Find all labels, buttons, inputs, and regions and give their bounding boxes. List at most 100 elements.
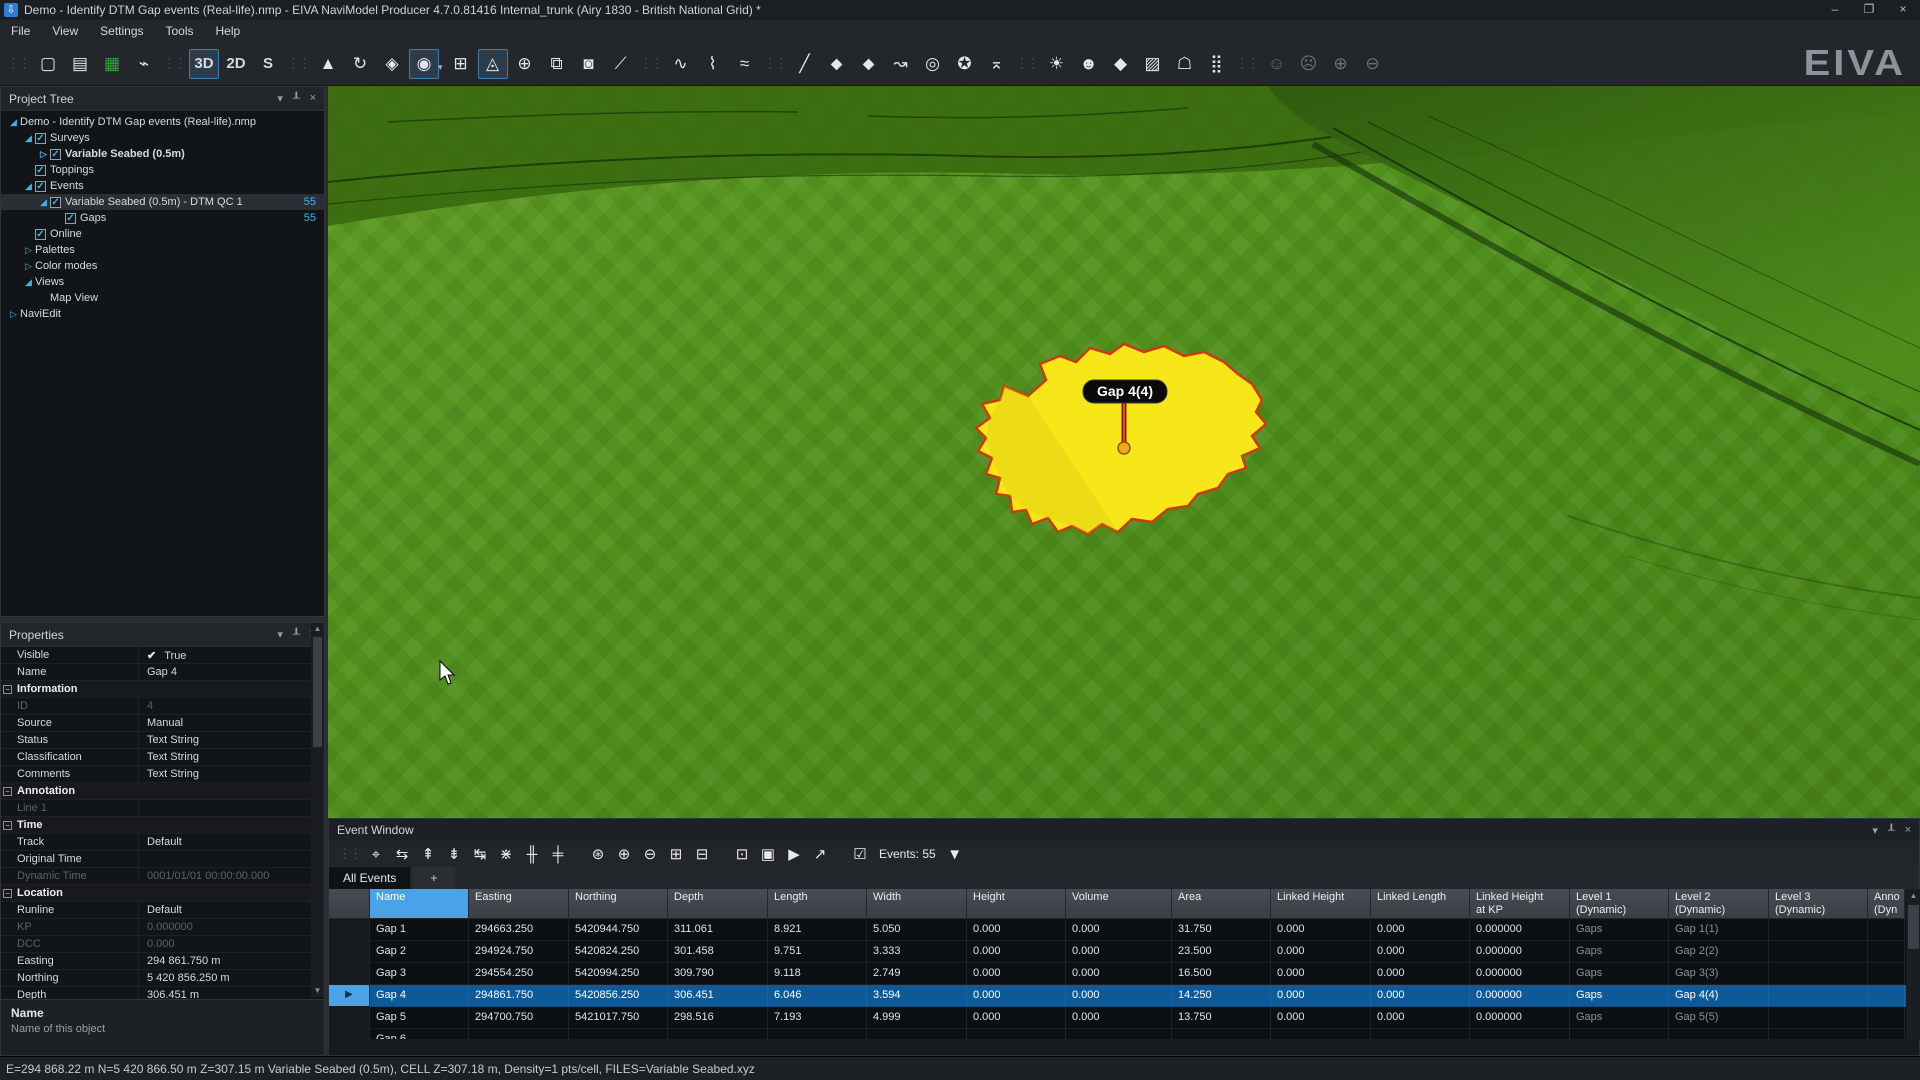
property-row[interactable]: CommentsText String [1,766,324,783]
table-cell[interactable] [1769,941,1868,963]
smiley-icon[interactable]: ☺ [1262,49,1292,79]
menu-item-tools[interactable]: Tools [155,20,205,42]
table-cell[interactable]: Gap 5 [370,1007,469,1029]
table-row[interactable]: Gap 2294924.7505420824.250301.4589.7513.… [329,941,1920,963]
table-cell[interactable]: 309.790 [668,963,768,985]
property-row[interactable]: Original Time [1,851,324,868]
property-row[interactable]: TrackDefault [1,834,324,851]
table-cell[interactable]: Gaps [1570,1007,1669,1029]
properties-scrollbar[interactable]: ▲ ▼ [311,623,324,997]
table-cell[interactable]: 294924.750 [469,941,569,963]
view-2d-button[interactable]: 2D [221,49,251,79]
table-cell[interactable]: Gaps [1570,919,1669,941]
table-cell[interactable]: 4.999 [867,1007,967,1029]
table-cell[interactable]: Gap 3 [370,963,469,985]
center-event-icon[interactable]: ⌖ [364,843,388,865]
globe-icon[interactable]: ⊕ [510,49,540,79]
split-horizontal-icon[interactable]: ╪ [546,843,570,865]
world-outline-icon[interactable]: ◬ [478,49,508,79]
tree-item[interactable]: ▷Color modes [1,258,324,274]
table-row[interactable]: Gap 3294554.2505420994.250309.7909.1182.… [329,963,1920,985]
rect-caret-icon[interactable]: ⌅ [982,49,1012,79]
property-group[interactable]: −Annotation [1,783,324,800]
expander-open-icon[interactable]: ◢ [22,133,35,144]
property-value[interactable] [139,851,324,867]
add-tab-button[interactable]: + [412,867,455,889]
pointer-cone-icon[interactable]: ▲ [313,49,343,79]
maximize-button[interactable]: ❐ [1852,0,1886,20]
table-cell[interactable]: 9.118 [768,963,867,985]
table-cell[interactable]: 5421017.750 [569,1007,668,1029]
row-marker[interactable] [329,963,370,985]
table-row[interactable]: Gap 1294663.2505420944.750311.0618.9215.… [329,919,1920,941]
table-cell[interactable]: 0.000 [1066,985,1172,1007]
menu-item-help[interactable]: Help [205,20,252,42]
property-row[interactable]: Northing5 420 856.250 m [1,970,324,987]
dropdown-icon[interactable]: ▾ [1872,824,1878,837]
table-cell[interactable]: 5420994.250 [569,963,668,985]
property-row[interactable]: RunlineDefault [1,902,324,919]
table-cell[interactable] [1271,1029,1371,1039]
copy-event-icon[interactable]: ⊡ [730,843,754,865]
table-cell[interactable]: 23.500 [1172,941,1271,963]
property-value[interactable] [139,800,324,816]
expander-closed-icon[interactable]: ▷ [7,309,20,320]
table-cell[interactable]: 0.000 [967,985,1066,1007]
ruler-icon[interactable]: ⟋ [606,49,636,79]
minimize-button[interactable]: – [1818,0,1852,20]
flip-view-icon[interactable]: ↻ [345,49,375,79]
waypoint-3d-icon[interactable]: ⬥ [854,49,884,79]
property-row[interactable]: ClassificationText String [1,749,324,766]
new-file-icon[interactable]: ▢ [33,49,63,79]
property-row[interactable]: ID4 [1,698,324,715]
table-cell[interactable] [1066,1029,1172,1039]
table-cell[interactable] [1172,1029,1271,1039]
collapse-box-icon[interactable]: − [3,821,12,830]
property-value[interactable]: ✔True [139,647,324,663]
property-value[interactable]: Default [139,902,324,918]
table-cell[interactable] [1868,1029,1905,1039]
tree-item[interactable]: Map View [1,290,324,306]
toolbar-grip[interactable]: ⋮⋮ [7,56,29,72]
property-row[interactable]: Visible✔True [1,647,324,664]
menu-item-view[interactable]: View [41,20,89,42]
property-row[interactable]: NameGap 4 [1,664,324,681]
table-cell[interactable]: 5420944.750 [569,919,668,941]
table-cell[interactable] [1868,1007,1905,1029]
tree-checkbox[interactable]: ✓ [50,197,61,208]
table-cell[interactable]: 294663.250 [469,919,569,941]
brightness-icon[interactable]: ☀ [1042,49,1072,79]
column-header-easting[interactable]: Easting [469,889,569,919]
property-value[interactable]: 0.000 [139,936,324,952]
tree-item[interactable]: ◢✓Surveys [1,130,324,146]
property-row[interactable]: SourceManual [1,715,324,732]
row-marker[interactable] [329,1007,370,1029]
scroll-up-icon[interactable]: ▲ [311,623,324,635]
scroll-up-icon[interactable]: ▲ [1906,889,1920,903]
pin-down-icon[interactable]: ⇟ [442,843,466,865]
table-cell[interactable] [1769,919,1868,941]
table-cell[interactable]: 0.000 [1371,941,1470,963]
table-cell[interactable]: 0.000 [1271,941,1371,963]
column-header-width[interactable]: Width [867,889,967,919]
table-cell[interactable] [1868,941,1905,963]
tree-item[interactable]: ▷NaviEdit [1,306,324,322]
polygon-x-icon[interactable]: ✪ [950,49,980,79]
pin-icon[interactable]: ┸ [293,92,300,105]
column-header-length[interactable]: Length [768,889,867,919]
property-row[interactable]: Line 1 [1,800,324,817]
table-cell[interactable]: 298.516 [668,1007,768,1029]
column-header-linked-length[interactable]: Linked Length [1371,889,1470,919]
table-cell[interactable]: 294861.750 [469,985,569,1007]
table-cell[interactable]: 0.000000 [1470,919,1570,941]
close-icon[interactable]: × [1905,824,1911,837]
collapse-box-icon[interactable]: − [3,787,12,796]
collapse-box-icon[interactable]: − [3,685,12,694]
scatter-points-icon[interactable]: ⋇ [494,843,518,865]
palette-icon[interactable]: ☻ [1074,49,1104,79]
save-icon[interactable]: ▦ [97,49,127,79]
property-group[interactable]: −Time [1,817,324,834]
property-value[interactable]: Default [139,834,324,850]
tree-checkbox[interactable]: ✓ [35,229,46,240]
table-cell[interactable]: 7.193 [768,1007,867,1029]
